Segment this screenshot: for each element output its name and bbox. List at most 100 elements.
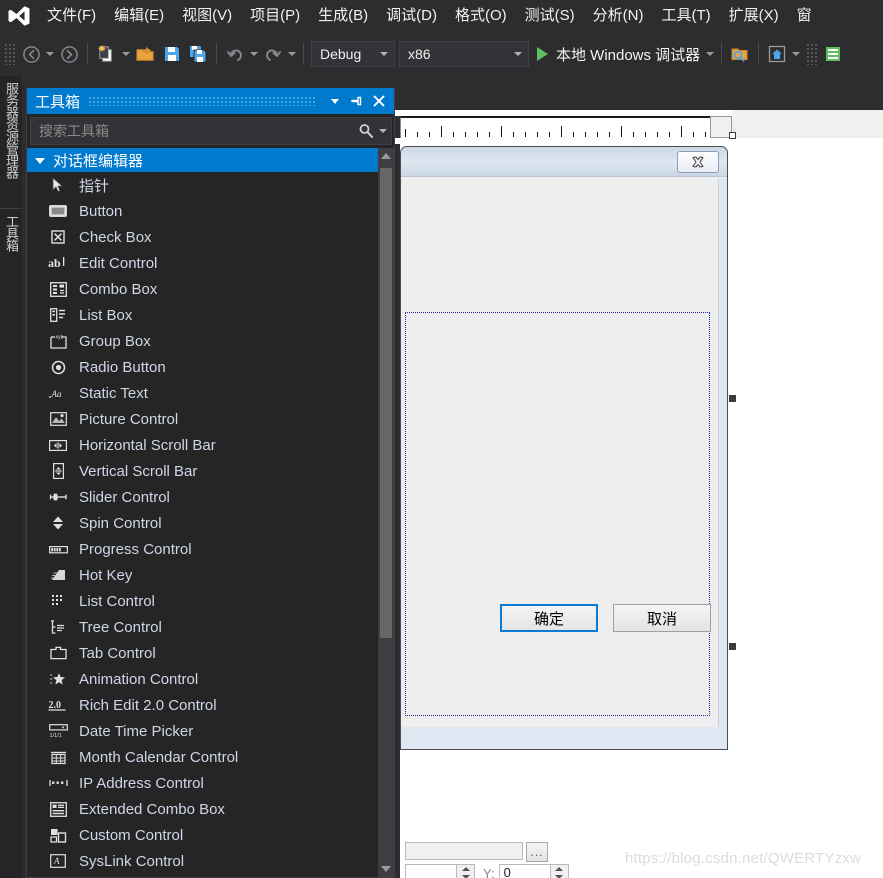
home-window-icon[interactable]: [764, 39, 790, 69]
y-position-stepper[interactable]: [550, 864, 569, 878]
menu-edit[interactable]: 编辑(E): [105, 2, 173, 31]
y-position-field[interactable]: 0: [498, 864, 551, 878]
toolbox-scrollbar[interactable]: [378, 148, 394, 877]
toolbox-item-month-calendar-control[interactable]: Month Calendar Control: [27, 744, 378, 770]
toolbox-item-pointer[interactable]: 指针: [27, 172, 378, 198]
menu-test[interactable]: 测试(S): [516, 2, 584, 31]
new-item-icon[interactable]: [93, 39, 120, 69]
start-debugging-button[interactable]: 本地 Windows 调试器: [531, 39, 704, 69]
navigate-back-icon[interactable]: [18, 39, 44, 69]
search-icon[interactable]: [356, 123, 376, 139]
dialog-ok-button[interactable]: 确定: [500, 604, 598, 632]
close-icon[interactable]: [368, 90, 390, 112]
toolbox-item-edit-control[interactable]: ab Edit Control: [27, 250, 378, 276]
toolbox-item-extended-combo-box[interactable]: Extended Combo Box: [27, 796, 378, 822]
chevron-down-icon[interactable]: [324, 90, 346, 112]
solution-platform-combo[interactable]: x86: [399, 41, 529, 67]
x-position-field[interactable]: [405, 864, 457, 878]
visual-studio-logo-icon: [0, 0, 38, 32]
toolbox-item-spin-control[interactable]: Spin Control: [27, 510, 378, 536]
x-position-stepper[interactable]: [457, 864, 475, 878]
vdock-tab-server-explorer[interactable]: 服务器资源管理器: [0, 76, 22, 204]
resize-handle-middle-right[interactable]: [729, 395, 736, 402]
toolbox-item-picture-control[interactable]: Picture Control: [27, 406, 378, 432]
scrollbar-thumb[interactable]: [380, 168, 392, 638]
toolbox-item-rich-edit-2-control[interactable]: 2.0 Rich Edit 2.0 Control: [27, 692, 378, 718]
toolbox-item-button[interactable]: Button: [27, 198, 378, 224]
caption-field[interactable]: [405, 842, 523, 860]
toolbox-item-combo-box[interactable]: Combo Box: [27, 276, 378, 302]
toolbox-item-animation-control[interactable]: Animation Control: [27, 666, 378, 692]
save-all-icon[interactable]: [185, 39, 211, 69]
toolbox-search-box[interactable]: [30, 117, 392, 145]
search-input[interactable]: [39, 123, 356, 139]
toolbox-item-group-box[interactable]: xyz Group Box: [27, 328, 378, 354]
menu-view[interactable]: 视图(V): [173, 2, 241, 31]
dialog-close-icon[interactable]: [677, 150, 719, 173]
spin-down-icon[interactable]: [551, 873, 568, 878]
toolbar-grip[interactable]: [4, 43, 16, 65]
resize-handle-bottom-right[interactable]: [729, 643, 736, 650]
horizontal-ruler[interactable]: [400, 116, 710, 138]
toolbox-item-slider-control[interactable]: Slider Control: [27, 484, 378, 510]
toolbox-item-tab-control[interactable]: Tab Control: [27, 640, 378, 666]
spin-up-icon[interactable]: [457, 865, 474, 873]
dialog-editor-surface[interactable]: 确定 取消: [395, 110, 883, 878]
menu-extensions[interactable]: 扩展(X): [720, 2, 788, 31]
toolbox-item-custom-control[interactable]: Custom Control: [27, 822, 378, 848]
menu-build[interactable]: 生成(B): [309, 2, 377, 31]
menu-debug[interactable]: 调试(D): [377, 2, 446, 31]
new-item-dropdown[interactable]: [120, 39, 132, 69]
toolbox-item-hot-key[interactable]: Hot Key: [27, 562, 378, 588]
scroll-down-icon[interactable]: [378, 861, 394, 877]
dialog-cancel-button[interactable]: 取消: [613, 604, 711, 632]
redo-dropdown[interactable]: [286, 39, 298, 69]
toolbox-item-progress-control[interactable]: Progress Control: [27, 536, 378, 562]
menu-file[interactable]: 文件(F): [38, 2, 105, 31]
toolbox-item-check-box[interactable]: Check Box: [27, 224, 378, 250]
pin-icon[interactable]: [346, 90, 368, 112]
radio-button-icon: [41, 357, 75, 377]
solution-configuration-combo[interactable]: Debug: [311, 41, 395, 67]
dialog-preview[interactable]: 确定 取消: [400, 146, 728, 750]
search-options-chevron-down-icon[interactable]: [376, 129, 389, 133]
toolbox-item-list-box[interactable]: List Box: [27, 302, 378, 328]
undo-dropdown[interactable]: [248, 39, 260, 69]
toolbox-group-dialog-editor[interactable]: 对话框编辑器: [27, 148, 378, 172]
toolbox-item-static-text[interactable]: Aa Static Text: [27, 380, 378, 406]
navigate-back-dropdown[interactable]: [44, 39, 56, 69]
toolbox-item-vertical-scroll-bar[interactable]: Vertical Scroll Bar: [27, 458, 378, 484]
home-window-dropdown[interactable]: [790, 39, 802, 69]
toolbox-item-tree-control[interactable]: Tree Control: [27, 614, 378, 640]
toolbox-item-date-time-picker[interactable]: 1/1/1 Date Time Picker: [27, 718, 378, 744]
start-debugging-dropdown[interactable]: [704, 39, 716, 69]
toolbox-item-list-control[interactable]: List Control: [27, 588, 378, 614]
toolbox-item-radio-button[interactable]: Radio Button: [27, 354, 378, 380]
panel-icon[interactable]: [820, 39, 846, 69]
toolbox-item-syslink-control[interactable]: A SysLink Control: [27, 848, 378, 874]
scrollbar-track[interactable]: [378, 164, 394, 861]
menu-window[interactable]: 窗: [788, 2, 821, 31]
scroll-up-icon[interactable]: [378, 148, 394, 164]
navigate-forward-icon[interactable]: [56, 39, 82, 69]
find-in-files-icon[interactable]: [727, 39, 753, 69]
save-icon[interactable]: [159, 39, 185, 69]
dialog-title-bar[interactable]: [401, 147, 727, 177]
browse-button[interactable]: ...: [526, 842, 548, 862]
resize-handle-top-right[interactable]: [729, 132, 736, 139]
menu-project[interactable]: 项目(P): [241, 2, 309, 31]
open-file-icon[interactable]: [132, 39, 159, 69]
toolbox-item-ip-address-control[interactable]: IP Address Control: [27, 770, 378, 796]
spin-down-icon[interactable]: [457, 873, 474, 878]
menu-tools[interactable]: 工具(T): [652, 2, 719, 31]
vdock-tab-toolbox[interactable]: 工具箱: [0, 208, 22, 274]
toolbox-item-horizontal-scroll-bar[interactable]: Horizontal Scroll Bar: [27, 432, 378, 458]
spin-up-icon[interactable]: [551, 865, 568, 873]
menu-format[interactable]: 格式(O): [446, 2, 516, 31]
undo-icon[interactable]: [222, 39, 248, 69]
toolbar-grip-2[interactable]: [806, 43, 819, 65]
menu-analyze[interactable]: 分析(N): [584, 2, 653, 31]
redo-icon[interactable]: [260, 39, 286, 69]
toolbox-title-bar[interactable]: 工具箱: [27, 88, 394, 114]
group-box-icon: xyz: [41, 331, 75, 351]
